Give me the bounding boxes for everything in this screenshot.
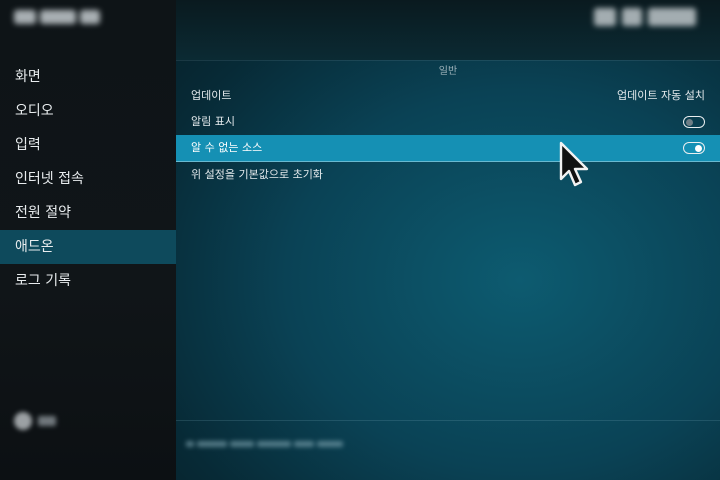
- page-title: [588, 8, 708, 36]
- sidebar-item-addons[interactable]: 애드온: [0, 230, 176, 264]
- setting-updates-value: 업데이트 자동 설치: [617, 89, 705, 102]
- sidebar-item-audio[interactable]: 오디오: [0, 94, 176, 128]
- setting-show-notifications-label: 알림 표시: [191, 115, 235, 128]
- app-logo: [14, 9, 116, 31]
- sidebar-item-input[interactable]: 입력: [0, 128, 176, 162]
- mouse-pointer-icon: [559, 141, 589, 187]
- settings-level-button[interactable]: [14, 410, 74, 432]
- setting-updates[interactable]: 업데이트 업데이트 자동 설치: [176, 83, 720, 109]
- setting-reset-defaults[interactable]: 위 설정을 기본값으로 초기화: [176, 162, 720, 188]
- settings-screen: 화면 오디오 입력 인터넷 접속 전원 절약 애드온 로그 기록 일반 업데이트…: [0, 0, 720, 480]
- sidebar-item-logging[interactable]: 로그 기록: [0, 264, 176, 298]
- sidebar-item-power-saving[interactable]: 전원 절약: [0, 196, 176, 230]
- setting-show-notifications[interactable]: 알림 표시: [176, 109, 720, 135]
- setting-description: [186, 432, 356, 447]
- setting-unknown-sources[interactable]: 알 수 없는 소스: [176, 135, 720, 162]
- setting-unknown-sources-label: 알 수 없는 소스: [191, 141, 263, 154]
- sidebar-item-display[interactable]: 화면: [0, 60, 176, 94]
- gear-icon: [14, 411, 32, 430]
- setting-reset-defaults-label: 위 설정을 기본값으로 초기화: [191, 168, 323, 181]
- sidebar: 화면 오디오 입력 인터넷 접속 전원 절약 애드온 로그 기록: [0, 0, 176, 480]
- sidebar-menu: 화면 오디오 입력 인터넷 접속 전원 절약 애드온 로그 기록: [0, 60, 176, 298]
- toggle-knob: [695, 144, 702, 152]
- settings-content: 일반 업데이트 업데이트 자동 설치 알림 표시 알 수 없는 소스 위 설정을…: [176, 60, 720, 188]
- setting-updates-label: 업데이트: [191, 89, 232, 102]
- footer-divider: [176, 420, 720, 421]
- section-header: 일반: [176, 60, 720, 83]
- sidebar-item-internet[interactable]: 인터넷 접속: [0, 162, 176, 196]
- toggle-knob: [686, 118, 693, 126]
- show-notifications-toggle[interactable]: [683, 116, 705, 128]
- settings-level-label: [38, 415, 56, 426]
- unknown-sources-toggle[interactable]: [683, 142, 705, 154]
